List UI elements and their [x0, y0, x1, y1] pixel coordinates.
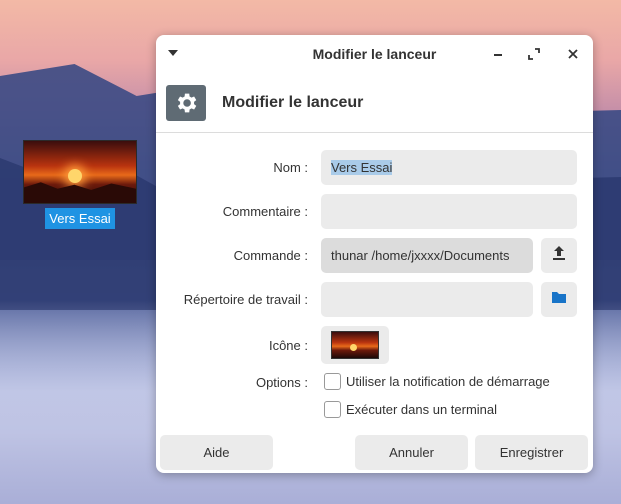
help-button[interactable]: Aide	[160, 435, 273, 470]
command-label: Commande :	[233, 248, 308, 263]
comment-field[interactable]	[321, 194, 577, 229]
minimize-icon[interactable]	[490, 46, 506, 62]
edit-launcher-dialog: Modifier le lanceur Modifier le lanceur …	[156, 35, 593, 473]
workdir-field[interactable]	[321, 282, 533, 317]
launcher-icon-preview	[331, 331, 379, 359]
checkbox[interactable]	[324, 401, 341, 418]
upload-icon	[552, 245, 566, 266]
maximize-icon[interactable]	[526, 46, 542, 62]
run-in-terminal-option[interactable]: Exécuter dans un terminal	[324, 401, 497, 418]
titlebar: Modifier le lanceur	[156, 35, 593, 73]
upload-button[interactable]	[541, 238, 577, 273]
option-label: Utiliser la notification de démarrage	[346, 374, 550, 389]
command-field[interactable]: thunar /home/jxxxx/Documents	[321, 238, 533, 273]
name-field[interactable]: Vers Essai	[321, 150, 577, 185]
launcher-thumbnail	[23, 140, 137, 204]
option-label: Exécuter dans un terminal	[346, 402, 498, 417]
checkbox[interactable]	[324, 373, 341, 390]
name-label: Nom :	[273, 160, 308, 175]
name-value: Vers Essai	[331, 160, 393, 175]
icon-chooser-button[interactable]	[321, 326, 389, 364]
comment-label: Commentaire :	[222, 204, 308, 219]
save-button[interactable]: Enregistrer	[475, 435, 588, 470]
cancel-button[interactable]: Annuler	[355, 435, 468, 470]
folder-icon	[551, 290, 567, 309]
dialog-header: Modifier le lanceur	[156, 73, 593, 133]
gear-icon	[166, 84, 206, 121]
workdir-label: Répertoire de travail :	[183, 292, 308, 307]
desktop-icon-label: Vers Essai	[45, 208, 115, 229]
header-title: Modifier le lanceur	[222, 93, 364, 111]
browse-folder-button[interactable]	[541, 282, 577, 317]
desktop-launcher-icon[interactable]: Vers Essai	[22, 140, 138, 229]
close-icon[interactable]	[565, 46, 581, 62]
startup-notification-option[interactable]: Utiliser la notification de démarrage	[324, 373, 550, 390]
menu-arrow-icon[interactable]	[168, 50, 178, 56]
icon-label: Icône :	[268, 338, 308, 353]
options-label: Options :	[255, 375, 308, 390]
